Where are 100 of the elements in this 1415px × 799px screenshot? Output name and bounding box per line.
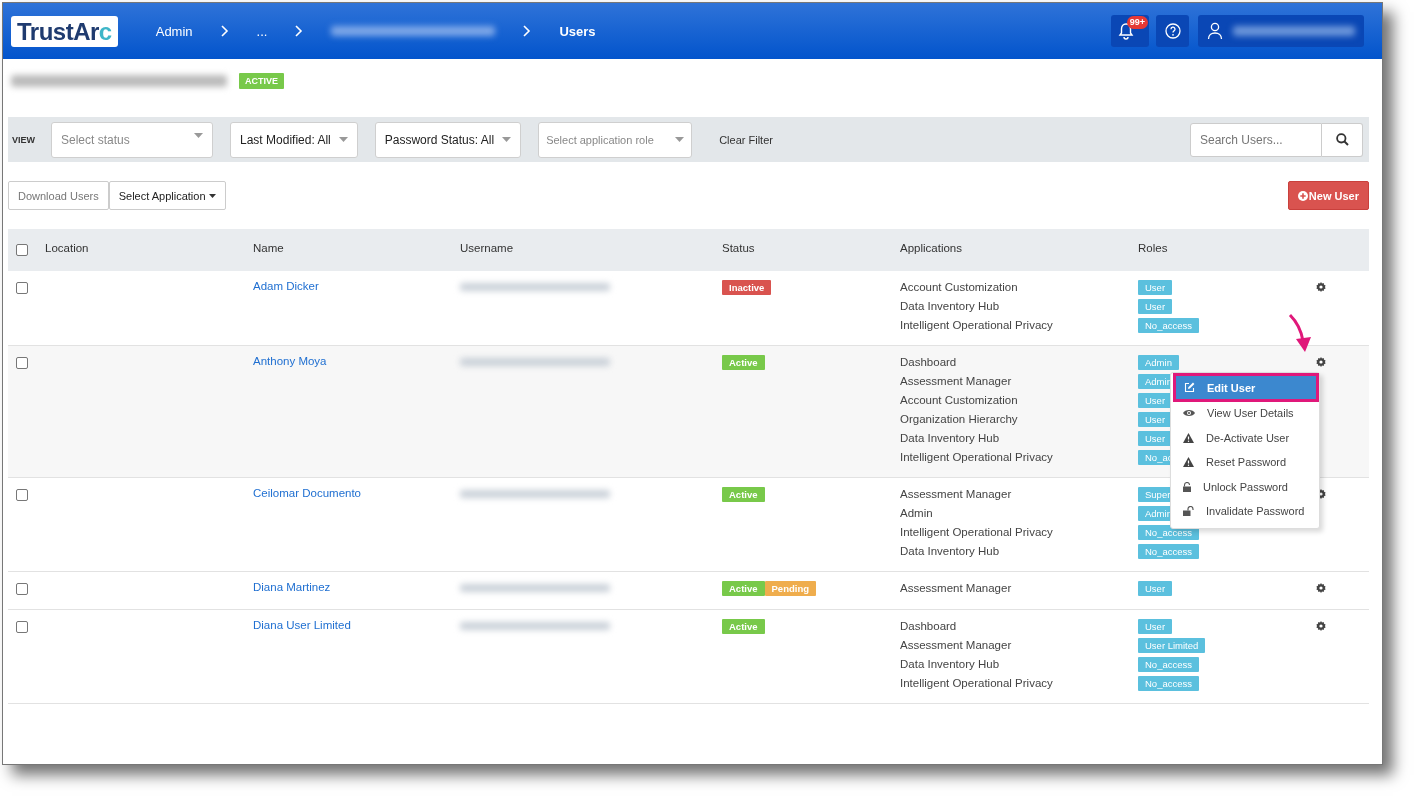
column-header: Status [722,242,755,254]
status-badge: Pending [764,581,816,596]
user-name-link[interactable]: Diana Martinez [253,581,331,593]
user-name-link[interactable]: Diana User Limited [253,619,351,631]
status-badge: Inactive [722,280,772,295]
user-menu-button[interactable] [1198,15,1364,47]
chevron-icon [295,25,304,37]
search-field[interactable]: Search Users... [1190,122,1322,157]
role-badge: No_access [1138,657,1199,672]
help-icon [1164,23,1181,39]
breadcrumb-link[interactable]: ... [256,23,268,39]
application-name: Admin [900,506,933,520]
filter-dropdown[interactable]: Password Status: All [374,121,522,158]
clear-filter-link[interactable]: Clear Filter [709,133,773,146]
application-name: Intelligent Operational Privacy [900,525,1053,539]
plus-circle-icon [1297,190,1308,201]
role-badge: Admin [1138,355,1179,370]
column-header: Roles [1138,242,1168,254]
application-name: Assessment Manager [900,374,1012,388]
role-badge: User [1138,280,1173,295]
row-checkbox[interactable] [16,621,28,633]
application-name: Intelligent Operational Privacy [900,450,1053,464]
status-badge: Active [722,581,765,596]
role-badge: User Limited [1138,638,1206,653]
menu-item[interactable]: View User Details [1171,401,1319,426]
breadcrumb-link[interactable]: Admin [155,23,193,39]
column-header: Applications [900,242,962,254]
notifications-button[interactable]: 99+ [1111,15,1149,47]
settings-icon[interactable] [1316,621,1326,631]
breadcrumb-current: Users [559,23,596,39]
column-header: Name [253,242,284,254]
role-badge: No_access [1138,318,1199,333]
warning-icon [1183,457,1194,468]
settings-icon[interactable] [1316,282,1326,292]
filter-dropdown[interactable]: Select status [51,121,213,158]
application-name: Data Inventory Hub [900,544,1000,558]
row-checkbox[interactable] [16,489,28,501]
padlock-icon [1183,506,1194,517]
status-badge: Active [722,355,765,370]
application-name: Data Inventory Hub [900,299,1000,313]
user-icon [1207,22,1223,40]
help-button[interactable] [1156,15,1189,47]
row-checkbox[interactable] [16,357,28,369]
status-badge: Active [722,619,765,634]
application-name: Account Customization [900,280,1018,294]
caret-icon [208,193,216,198]
settings-icon[interactable] [1316,583,1326,593]
eye-icon [1183,409,1195,418]
download-users-button[interactable]: Download Users [8,181,109,210]
role-badge: User [1138,393,1173,408]
select-application-dropdown[interactable]: Select Application [108,181,226,210]
role-badge: User [1138,619,1173,634]
settings-icon[interactable] [1316,357,1326,367]
logo[interactable]: TrustArc [11,15,118,47]
caret-icon [675,137,685,142]
chevron-icon [220,25,229,37]
chevron-icon [523,25,532,37]
application-name: Data Inventory Hub [900,431,1000,445]
warning-icon [1183,432,1194,443]
column-header: Username [460,242,514,254]
application-name: Intelligent Operational Privacy [900,318,1053,332]
edit-icon [1184,382,1195,393]
notification-count: 99+ [1126,16,1148,29]
application-name: Dashboard [900,355,957,369]
role-badge: User [1138,299,1173,314]
filter-dropdown[interactable]: Last Modified: All [230,121,358,158]
caret-icon [338,137,348,142]
role-badge: User [1138,412,1173,427]
user-name-link[interactable]: Ceilomar Documento [253,487,361,499]
role-badge: No_access [1138,676,1199,691]
user-name-link[interactable]: Anthony Moya [253,355,327,367]
row-checkbox[interactable] [16,282,28,294]
status-badge: ACTIVE [239,73,284,89]
caret-icon [502,137,512,142]
search-icon [1335,133,1349,146]
application-name: Data Inventory Hub [900,657,1000,671]
application-name: Dashboard [900,619,957,633]
role-badge: User [1138,581,1173,596]
caret-icon [194,132,203,138]
row-checkbox[interactable] [16,583,28,595]
menu-item[interactable]: De-Activate User [1171,425,1319,450]
application-name: Account Customization [900,393,1018,407]
pointer-arrow [1287,313,1313,353]
status-badge: Active [722,487,765,502]
application-name: Assessment Manager [900,638,1012,652]
application-name: Assessment Manager [900,581,1012,595]
application-name: Assessment Manager [900,487,1012,501]
application-name: Intelligent Operational Privacy [900,676,1053,690]
new-user-button[interactable]: New User [1287,181,1369,210]
user-name-link[interactable]: Adam Dicker [253,280,319,292]
filter-dropdown[interactable]: Select application role [538,121,693,158]
filter-label: VIEW [12,134,35,145]
select-all-checkbox[interactable] [16,244,28,256]
column-header: Location [45,242,89,254]
role-badge: No_access [1138,544,1199,559]
application-name: Organization Hierarchy [900,412,1018,426]
role-badge: User [1138,431,1173,446]
menu-item[interactable]: Edit User [1176,376,1316,399]
search-button[interactable] [1322,122,1363,157]
padlock-icon [1183,481,1191,492]
